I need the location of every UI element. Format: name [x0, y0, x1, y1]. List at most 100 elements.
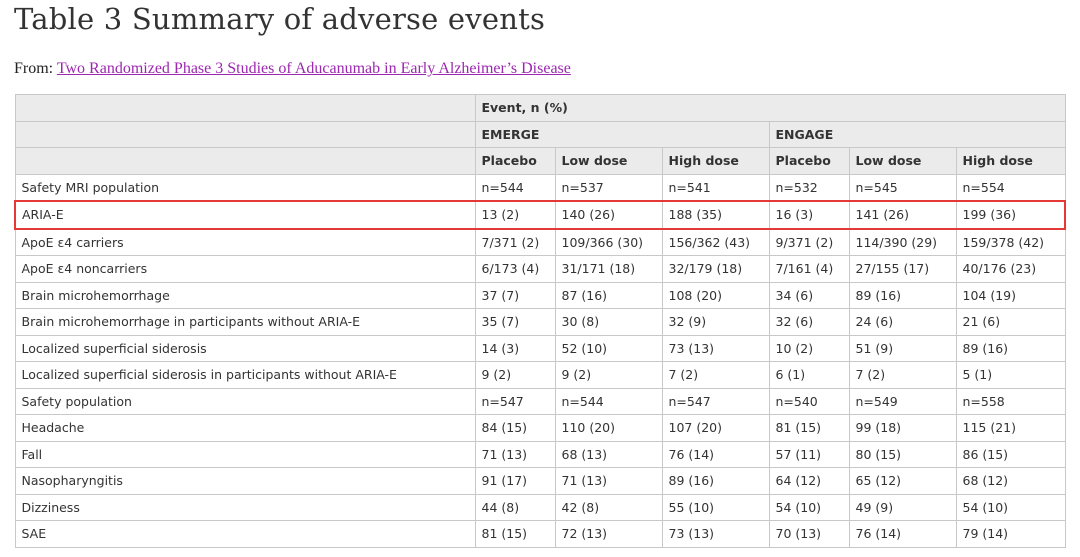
table-cell: n=547: [474, 387, 556, 415]
table-cell: 30 (8): [554, 308, 663, 336]
table-cell: 40/176 (23): [955, 255, 1066, 283]
table-cell: 5 (1): [955, 361, 1066, 389]
table-cell: 73 (13): [661, 334, 770, 362]
table-cell: n=554: [955, 173, 1066, 202]
header-arm: High dose: [955, 147, 1066, 175]
table-cell: 32/179 (18): [661, 255, 770, 283]
row-label: ARIA-E: [14, 200, 476, 230]
table-cell: 156/362 (43): [661, 228, 770, 256]
table-cell: 35 (7): [474, 308, 556, 336]
table-row: SAE 81 (15) 72 (13) 73 (13) 70 (13) 76 (14) 79…: [14, 520, 1066, 548]
table-row: Headache 84 (15) 110 (20) 107 (20) 81 (15) 99…: [14, 414, 1066, 442]
header-arm: Placebo: [474, 147, 556, 175]
table-cell: 9 (2): [554, 361, 663, 389]
header-arm: Low dose: [848, 147, 957, 175]
table-cell: 21 (6): [955, 308, 1066, 336]
table-cell: 10 (2): [768, 334, 850, 362]
source-line: From: Two Randomized Phase 3 Studies of …: [14, 60, 571, 78]
source-article-link[interactable]: Two Randomized Phase 3 Studies of Aducan…: [57, 60, 571, 77]
table-cell: 188 (35): [661, 200, 770, 230]
table-cell: 32 (9): [661, 308, 770, 336]
table-cell: 108 (20): [661, 281, 770, 309]
table-cell: 34 (6): [768, 281, 850, 309]
table-cell: n=540: [768, 387, 850, 415]
table-cell: n=532: [768, 173, 850, 202]
table-cell: 16 (3): [768, 200, 850, 230]
header-row-arms: Placebo Low dose High dose Placebo Low d…: [14, 147, 1066, 175]
header-blank-cell: [14, 120, 476, 148]
table-cell: 72 (13): [554, 520, 663, 548]
table-cell: 109/366 (30): [554, 228, 663, 256]
table-body: Safety MRI population n=544 n=537 n=541 n=53…: [14, 173, 1067, 548]
table-cell: 73 (13): [661, 520, 770, 548]
table-cell: 13 (2): [474, 200, 556, 230]
table-cell: 159/378 (42): [955, 228, 1066, 256]
table-cell: 115 (21): [955, 414, 1066, 442]
table-row: Fall 71 (13) 68 (13) 76 (14) 57 (11) 80 (15) 8…: [14, 440, 1066, 468]
table-cell: 57 (11): [768, 440, 850, 468]
row-label: Nasopharyngitis: [14, 467, 476, 495]
table-cell: 24 (6): [848, 308, 957, 336]
row-label: Safety population: [14, 387, 476, 415]
table-cell: 37 (7): [474, 281, 556, 309]
table-cell: 9/371 (2): [768, 228, 850, 256]
header-study-engage: ENGAGE: [768, 120, 1066, 148]
table-cell: n=558: [955, 387, 1066, 415]
table-cell: 70 (13): [768, 520, 850, 548]
table-cell: 27/155 (17): [848, 255, 957, 283]
row-label: Dizziness: [14, 493, 476, 521]
table-row: Safety population n=547 n=544 n=547 n=540 n=5…: [14, 387, 1066, 415]
table-cell: n=547: [661, 387, 770, 415]
table-cell: 107 (20): [661, 414, 770, 442]
table-row: Brain microhemorrhage in participants wi…: [14, 308, 1066, 336]
table-cell: 42 (8): [554, 493, 663, 521]
table-cell: 84 (15): [474, 414, 556, 442]
table-cell: 54 (10): [768, 493, 850, 521]
table-cell: 44 (8): [474, 493, 556, 521]
table-cell: 71 (13): [474, 440, 556, 468]
table-cell: 49 (9): [848, 493, 957, 521]
table-cell: 199 (36): [955, 200, 1067, 230]
row-label: ApoE ε4 noncarriers: [14, 255, 476, 283]
table-cell: 89 (16): [661, 467, 770, 495]
table-cell: 32 (6): [768, 308, 850, 336]
table-cell: 64 (12): [768, 467, 850, 495]
table-cell: 7/161 (4): [768, 255, 850, 283]
table-cell: 79 (14): [955, 520, 1066, 548]
table-row: Localized superficial siderosis 14 (3) 52 …: [14, 334, 1066, 362]
table-cell: 68 (13): [554, 440, 663, 468]
row-label: Headache: [14, 414, 476, 442]
table-cell: 55 (10): [661, 493, 770, 521]
table-cell: 140 (26): [554, 200, 663, 230]
table-cell: 86 (15): [955, 440, 1066, 468]
table-cell: n=544: [474, 173, 556, 202]
table-cell: 89 (16): [955, 334, 1066, 362]
table-cell: 51 (9): [848, 334, 957, 362]
table-cell: 80 (15): [848, 440, 957, 468]
table-cell: 31/171 (18): [554, 255, 663, 283]
table-row: ApoE ε4 carriers 7/371 (2) 109/366 (30) 156…: [14, 228, 1066, 256]
table-cell: 7 (2): [848, 361, 957, 389]
table-cell: 68 (12): [955, 467, 1066, 495]
header-arm: High dose: [661, 147, 770, 175]
table-cell: 52 (10): [554, 334, 663, 362]
header-arm: Low dose: [554, 147, 663, 175]
adverse-events-table: Event, n (%) EMERGE ENGAGE Placebo Low d…: [14, 94, 1067, 548]
table-cell: n=537: [554, 173, 663, 202]
table-cell: 7 (2): [661, 361, 770, 389]
header-event: Event, n (%): [474, 94, 1066, 122]
table-cell: 71 (13): [554, 467, 663, 495]
table-row: ARIA-E 13 (2) 140 (26) 188 (35) 16 (3) 141 (2…: [14, 200, 1067, 230]
header-study-emerge: EMERGE: [474, 120, 770, 148]
header-blank-cell: [14, 147, 476, 175]
table-cell: 104 (19): [955, 281, 1066, 309]
row-label: SAE: [14, 520, 476, 548]
table-cell: 99 (18): [848, 414, 957, 442]
table-row: Dizziness 44 (8) 42 (8) 55 (10) 54 (10) 49 (9…: [14, 493, 1066, 521]
from-label: From:: [14, 60, 54, 77]
table-cell: n=544: [554, 387, 663, 415]
table-cell: 110 (20): [554, 414, 663, 442]
table-cell: 14 (3): [474, 334, 556, 362]
table-row: Brain microhemorrhage 37 (7) 87 (16) 108 (2…: [14, 281, 1066, 309]
table-cell: n=545: [848, 173, 957, 202]
